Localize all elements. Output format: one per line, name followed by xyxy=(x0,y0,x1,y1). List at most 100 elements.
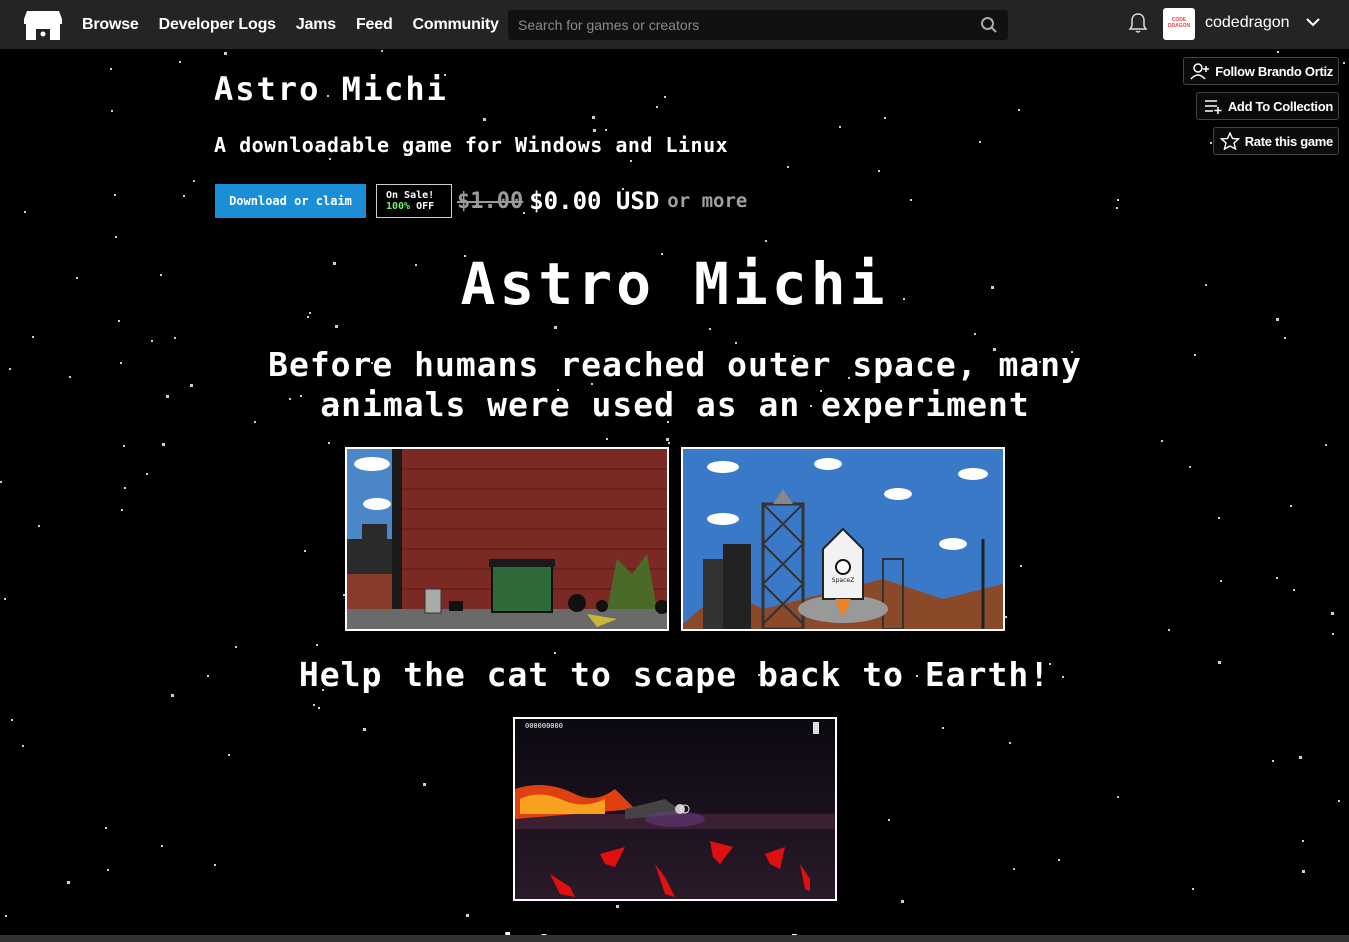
rate-game-button[interactable]: Rate this game xyxy=(1212,127,1339,155)
star xyxy=(105,827,107,829)
star xyxy=(664,96,666,98)
main-nav: Browse Developer Logs Jams Feed Communit… xyxy=(82,0,499,49)
star xyxy=(910,199,912,201)
star xyxy=(1299,756,1302,759)
nav-browse[interactable]: Browse xyxy=(82,16,139,34)
description-intro: Before humans reached outer space, many … xyxy=(268,345,1082,424)
search-icon[interactable] xyxy=(980,16,998,34)
star xyxy=(878,170,880,172)
star xyxy=(146,473,148,475)
star xyxy=(114,194,116,196)
star-icon xyxy=(1219,132,1240,150)
star xyxy=(1192,888,1194,890)
star xyxy=(1325,444,1327,446)
search-input[interactable] xyxy=(509,11,969,39)
horizontal-scrollbar[interactable] xyxy=(0,935,1349,942)
add-list-icon xyxy=(1204,100,1222,114)
star xyxy=(24,211,26,213)
chevron-down-icon[interactable] xyxy=(1305,16,1321,28)
nav-developer-logs[interactable]: Developer Logs xyxy=(159,16,276,34)
star xyxy=(1013,868,1015,870)
star xyxy=(1020,565,1022,567)
star xyxy=(1009,742,1011,744)
star xyxy=(787,166,789,168)
game-subtitle: A downloadable game for Windows and Linu… xyxy=(214,133,729,157)
score-counter: 000000000 xyxy=(525,722,563,730)
star xyxy=(304,550,306,552)
star xyxy=(1218,517,1220,519)
username[interactable]: codedragon xyxy=(1205,14,1290,32)
star xyxy=(329,158,331,160)
star xyxy=(115,236,117,238)
screenshot-alley[interactable] xyxy=(345,447,669,631)
original-price: $1.00 xyxy=(457,188,524,214)
star xyxy=(0,481,2,483)
star xyxy=(38,525,40,527)
star xyxy=(110,68,112,70)
star xyxy=(313,704,315,706)
star xyxy=(1302,870,1305,873)
nav-feed[interactable]: Feed xyxy=(356,16,393,34)
follow-button[interactable]: Follow Brando Ortiz xyxy=(1183,57,1339,85)
star xyxy=(118,320,120,322)
itchio-logo-icon[interactable] xyxy=(23,7,63,43)
star xyxy=(554,326,557,329)
star xyxy=(1302,840,1304,842)
nav-community[interactable]: Community xyxy=(413,16,499,34)
star xyxy=(554,652,556,654)
star xyxy=(11,719,13,721)
star xyxy=(107,869,109,871)
star xyxy=(1338,800,1340,802)
star xyxy=(709,328,711,330)
star xyxy=(630,160,632,162)
star xyxy=(1277,51,1279,53)
star xyxy=(174,337,176,339)
nav-jams[interactable]: Jams xyxy=(296,16,336,34)
user-avatar[interactable]: CODE DRAGON xyxy=(1163,8,1195,40)
star xyxy=(4,598,6,600)
star xyxy=(123,445,125,447)
add-to-collection-button[interactable]: Add To Collection xyxy=(1195,92,1339,120)
star xyxy=(121,509,123,511)
star xyxy=(335,325,338,328)
star xyxy=(1290,505,1292,507)
star xyxy=(884,117,886,119)
star xyxy=(161,845,163,847)
star xyxy=(111,110,113,112)
star xyxy=(942,727,944,729)
star xyxy=(5,915,7,917)
star xyxy=(183,195,185,197)
star xyxy=(162,443,165,446)
star xyxy=(592,116,595,119)
star xyxy=(1117,796,1119,798)
star xyxy=(616,905,619,908)
screenshot-rocket-launch[interactable]: SpaceZ xyxy=(681,447,1005,631)
description-title: Astro Michi xyxy=(460,250,889,318)
star xyxy=(423,783,426,786)
screenshot-gameplay[interactable]: 000000000 xyxy=(513,717,837,901)
sale-off: OFF xyxy=(416,201,435,212)
star xyxy=(901,900,904,903)
star xyxy=(1116,207,1118,209)
star xyxy=(1331,612,1334,615)
follow-label: Follow Brando Ortiz xyxy=(1215,63,1333,79)
star xyxy=(605,129,607,131)
star xyxy=(1293,589,1295,591)
star xyxy=(1276,577,1278,579)
star xyxy=(1168,629,1170,631)
star xyxy=(765,240,767,242)
star xyxy=(124,487,126,489)
star xyxy=(1194,354,1196,356)
star xyxy=(190,384,193,387)
sale-text: On Sale! xyxy=(386,190,435,201)
download-button[interactable]: Download or claim xyxy=(215,184,366,218)
notification-bell-icon[interactable] xyxy=(1128,12,1148,34)
star xyxy=(318,707,320,709)
star xyxy=(235,646,237,648)
top-header: Browse Developer Logs Jams Feed Communit… xyxy=(0,0,1349,49)
star xyxy=(1343,62,1345,64)
star xyxy=(888,819,890,821)
star xyxy=(839,126,841,128)
star xyxy=(214,864,216,866)
star xyxy=(1220,580,1222,582)
